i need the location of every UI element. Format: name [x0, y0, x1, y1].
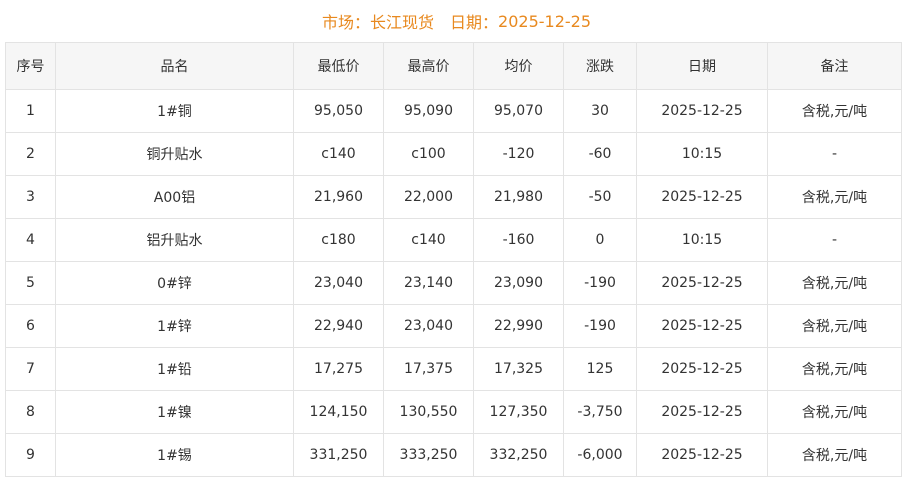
cell-change: -60: [563, 132, 637, 176]
cell-avg-price: -160: [473, 218, 564, 262]
cell-change: 0: [563, 218, 637, 262]
market-label: 市场：: [321, 13, 370, 32]
cell-high-price: 23,140: [383, 261, 474, 305]
cell-note: 含税,元/吨: [767, 433, 902, 477]
cell-no: 1: [5, 89, 56, 133]
cell-change: -50: [563, 175, 637, 219]
price-table: 序号 品名 最低价 最高价 均价 涨跌 日期 备注 1 1#铜 95,050 95,0…: [5, 42, 902, 477]
cell-avg-price: 332,250: [473, 433, 564, 477]
cell-name: 0#锌: [55, 261, 294, 305]
cell-high-price: 130,550: [383, 390, 474, 434]
cell-change: -190: [563, 261, 637, 305]
cell-no: 3: [5, 175, 56, 219]
cell-date: 10:15: [636, 132, 768, 176]
market-value: 长江现货: [370, 13, 435, 32]
cell-no: 4: [5, 218, 56, 262]
cell-low-price: 21,960: [293, 175, 384, 219]
cell-avg-price: 17,325: [473, 347, 564, 391]
cell-avg-price: 95,070: [473, 89, 564, 133]
cell-change: 125: [563, 347, 637, 391]
table-row: 7 1#铅 17,275 17,375 17,325 125 2025-12-25 含税,元/…: [5, 347, 902, 391]
cell-no: 2: [5, 132, 56, 176]
table-row: 5 0#锌 23,040 23,140 23,090 -190 2025-12-25 含税,元…: [5, 261, 902, 305]
cell-change: -6,000: [563, 433, 637, 477]
table-row: 4 铝升贴水 c180 c140 -160 0 10:15-: [5, 218, 902, 262]
cell-note: 含税,元/吨: [767, 261, 902, 305]
cell-high-price: 23,040: [383, 304, 474, 348]
cell-change: -190: [563, 304, 637, 348]
table-row: 1 1#铜 95,050 95,090 95,070 30 2025-12-25 含税,元/吨: [5, 89, 902, 133]
table-header-row: 序号 品名 最低价 最高价 均价 涨跌 日期 备注: [5, 42, 902, 90]
cell-name: 铝升贴水: [55, 218, 294, 262]
cell-name: 1#铜: [55, 89, 294, 133]
cell-low-price: 17,275: [293, 347, 384, 391]
table-row: 9 1#锡 331,250 333,250 332,250 -6,000 2025-12-2…: [5, 433, 902, 477]
cell-note: 含税,元/吨: [767, 390, 902, 434]
cell-note: 含税,元/吨: [767, 304, 902, 348]
cell-high-price: 95,090: [383, 89, 474, 133]
cell-low-price: 124,150: [293, 390, 384, 434]
table-row: 8 1#镍 124,150 130,550 127,350 -3,750 2025-12-2…: [5, 390, 902, 434]
col-header-name: 品名: [55, 42, 294, 90]
cell-name: 1#镍: [55, 390, 294, 434]
col-header-low: 最低价: [293, 42, 384, 90]
cell-date: 2025-12-25: [636, 261, 768, 305]
date-value: 2025-12-25: [498, 11, 592, 31]
cell-name: A00铝: [55, 175, 294, 219]
cell-avg-price: 21,980: [473, 175, 564, 219]
cell-high-price: 333,250: [383, 433, 474, 477]
cell-no: 7: [5, 347, 56, 391]
cell-name: 1#铅: [55, 347, 294, 391]
cell-note: 含税,元/吨: [767, 175, 902, 219]
col-header-date: 日期: [636, 42, 768, 90]
cell-high-price: 17,375: [383, 347, 474, 391]
cell-date: 2025-12-25: [636, 304, 768, 348]
cell-low-price: 95,050: [293, 89, 384, 133]
cell-note: -: [767, 132, 902, 176]
cell-date: 2025-12-25: [636, 89, 768, 133]
cell-no: 6: [5, 304, 56, 348]
cell-change: 30: [563, 89, 637, 133]
col-header-high: 最高价: [383, 42, 474, 90]
cell-note: -: [767, 218, 902, 262]
date-label: 日期：: [450, 13, 499, 32]
cell-no: 9: [5, 433, 56, 477]
cell-date: 10:15: [636, 218, 768, 262]
cell-date: 2025-12-25: [636, 175, 768, 219]
cell-name: 1#锡: [55, 433, 294, 477]
cell-low-price: c140: [293, 132, 384, 176]
table-row: 2 铜升贴水 c140 c100 -120 -60 10:15-: [5, 132, 902, 176]
cell-low-price: 22,940: [293, 304, 384, 348]
cell-note: 含税,元/吨: [767, 347, 902, 391]
cell-no: 5: [5, 261, 56, 305]
cell-avg-price: 22,990: [473, 304, 564, 348]
cell-low-price: c180: [293, 218, 384, 262]
cell-avg-price: -120: [473, 132, 564, 176]
cell-high-price: c100: [383, 132, 474, 176]
cell-low-price: 23,040: [293, 261, 384, 305]
cell-date: 2025-12-25: [636, 347, 768, 391]
market-title: 市场： 长江现货 日期： 2025-12-25: [0, 0, 913, 42]
col-header-change: 涨跌: [563, 42, 637, 90]
table-body: 1 1#铜 95,050 95,090 95,070 30 2025-12-25 含税,元/吨…: [5, 89, 902, 477]
cell-avg-price: 23,090: [473, 261, 564, 305]
cell-no: 8: [5, 390, 56, 434]
cell-date: 2025-12-25: [636, 433, 768, 477]
cell-high-price: c140: [383, 218, 474, 262]
cell-avg-price: 127,350: [473, 390, 564, 434]
table-row: 3 A00铝 21,960 22,000 21,980 -50 2025-12-25 含税,元…: [5, 175, 902, 219]
col-header-avg: 均价: [473, 42, 564, 90]
cell-note: 含税,元/吨: [767, 89, 902, 133]
cell-change: -3,750: [563, 390, 637, 434]
cell-high-price: 22,000: [383, 175, 474, 219]
cell-low-price: 331,250: [293, 433, 384, 477]
cell-date: 2025-12-25: [636, 390, 768, 434]
col-header-no: 序号: [5, 42, 56, 90]
col-header-note: 备注: [767, 42, 902, 90]
cell-name: 铜升贴水: [55, 132, 294, 176]
table-row: 6 1#锌 22,940 23,040 22,990 -190 2025-12-25 含税,元…: [5, 304, 902, 348]
cell-name: 1#锌: [55, 304, 294, 348]
